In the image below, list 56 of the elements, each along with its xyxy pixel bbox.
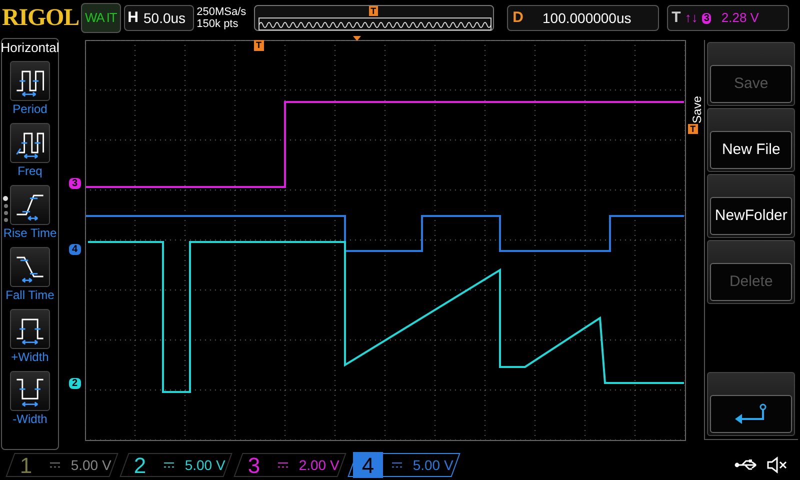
channel-scale: 2.00 V bbox=[299, 456, 340, 474]
trigger-position-marker: T bbox=[254, 40, 264, 51]
trigger-level: 2.28 V bbox=[721, 9, 759, 28]
channel-number: 1 bbox=[18, 452, 34, 478]
measure-button[interactable] bbox=[10, 247, 50, 287]
delay-label: D bbox=[512, 8, 524, 28]
back-button[interactable] bbox=[707, 372, 796, 436]
dc-coupling-icon bbox=[277, 461, 289, 469]
measure-button[interactable] bbox=[10, 61, 50, 101]
trigger-level-marker: T bbox=[688, 124, 698, 134]
channel-tab[interactable]: 4 5.00 V bbox=[348, 453, 460, 477]
trigger-source: 3 bbox=[702, 12, 712, 24]
delay-box[interactable]: D 100.000000us bbox=[506, 5, 659, 31]
channel-scale: 5.00 V bbox=[185, 456, 226, 474]
speaker-muted-icon bbox=[766, 456, 788, 474]
menu-button[interactable]: New File bbox=[707, 108, 796, 172]
channel-number: 2 bbox=[132, 452, 148, 478]
measure-label: -Width bbox=[12, 411, 48, 427]
channel-number: 4 bbox=[353, 452, 383, 478]
trigger-position-marker: T bbox=[368, 6, 378, 16]
timebase-label: H bbox=[126, 8, 140, 28]
timebase-value: 50.0us bbox=[142, 8, 187, 28]
trigger-label: T bbox=[672, 8, 681, 28]
delay-value: 100.000000us bbox=[542, 8, 632, 28]
measure-label: +Width bbox=[11, 349, 49, 365]
menu-title: Save bbox=[689, 96, 706, 124]
menu-button[interactable]: NewFolder bbox=[707, 174, 796, 238]
measure-button[interactable] bbox=[10, 371, 50, 411]
memory-depth: 150k pts bbox=[196, 18, 240, 30]
trigger-slope-icon: ↑↓ bbox=[684, 8, 698, 28]
dc-coupling-icon bbox=[49, 461, 61, 469]
dc-coupling-icon bbox=[391, 461, 403, 469]
delay-marker-icon bbox=[353, 36, 361, 41]
measure-button[interactable] bbox=[10, 309, 50, 349]
measure-label: Fall Time bbox=[6, 287, 54, 303]
menu-title: Horizontal bbox=[0, 40, 60, 56]
measure-label: Period bbox=[12, 101, 48, 117]
sample-rate: 250MSa/s bbox=[196, 6, 248, 18]
channel-scale: 5.00 V bbox=[71, 456, 112, 474]
channel-tab[interactable]: 3 2.00 V bbox=[234, 453, 346, 477]
channel-tab[interactable]: 2 5.00 V bbox=[120, 453, 232, 477]
brand-logo: RIGOL bbox=[2, 4, 78, 33]
dc-coupling-icon bbox=[163, 461, 175, 469]
channel-marker: 4 bbox=[69, 244, 81, 255]
timebase-box[interactable]: H 50.0us bbox=[124, 5, 194, 31]
channel-tab[interactable]: 1 5.00 V bbox=[6, 453, 118, 477]
channel-marker: 3 bbox=[69, 178, 81, 189]
measure-button[interactable] bbox=[10, 123, 50, 163]
trigger-box[interactable]: T ↑↓ 3 2.28 V bbox=[666, 5, 789, 31]
measure-label: Rise Time bbox=[3, 225, 57, 241]
run-status: WA IT bbox=[81, 3, 121, 33]
measure-button[interactable] bbox=[10, 185, 50, 225]
channel-number: 3 bbox=[246, 452, 262, 478]
measure-label: Freq bbox=[18, 163, 42, 179]
channel-marker: 2 bbox=[69, 378, 81, 389]
channel-scale: 5.00 V bbox=[413, 456, 454, 474]
